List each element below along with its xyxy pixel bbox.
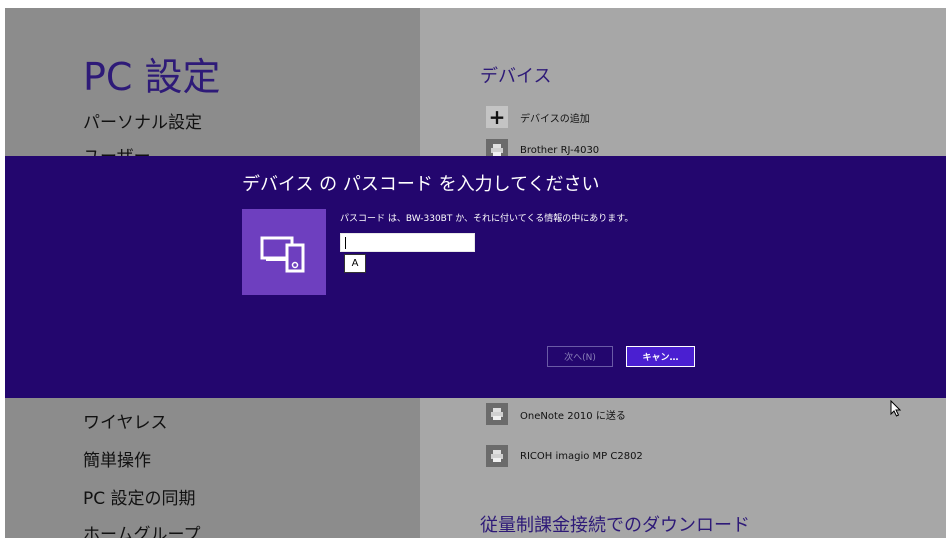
device-item[interactable]: OneNote 2010 に送る — [486, 400, 626, 428]
nav-item-ease-of-access[interactable]: 簡単操作 — [83, 446, 151, 471]
text-caret — [345, 237, 346, 249]
ime-mode-indicator: A — [344, 254, 366, 273]
section-title-devices: デバイス — [480, 66, 552, 87]
mouse-cursor-icon — [890, 400, 902, 417]
printer-icon — [486, 403, 508, 425]
section-title-metered: 従量制課金接続でのダウンロード — [480, 515, 750, 536]
passcode-input[interactable] — [340, 233, 475, 252]
printer-icon — [486, 445, 508, 467]
add-device-label: デバイスの追加 — [520, 113, 590, 125]
add-device-button[interactable]: + デバイスの追加 — [486, 103, 590, 131]
dialog-hint: パスコード は、BW-330BT か、それに付いてくる情報の中にあります。 — [340, 214, 634, 224]
device-name: RICOH imagio MP C2802 — [520, 450, 643, 462]
next-button[interactable]: 次へ(N) — [547, 346, 613, 367]
plus-icon: + — [486, 106, 508, 128]
device-name: Brother RJ-4030 — [520, 144, 600, 156]
device-name: OneNote 2010 に送る — [520, 410, 626, 422]
dialog-title: デバイス の パスコード を入力してください — [242, 174, 600, 195]
nav-item-wireless[interactable]: ワイヤレス — [83, 408, 168, 433]
nav-item-homegroup[interactable]: ホームグループ — [83, 520, 200, 538]
nav-item-sync-settings[interactable]: PC 設定の同期 — [83, 484, 196, 509]
nav-item-personalize[interactable]: パーソナル設定 — [83, 108, 202, 133]
device-tile — [242, 209, 326, 295]
device-item[interactable]: RICOH imagio MP C2802 — [486, 442, 643, 470]
cancel-button[interactable]: キャン… — [626, 346, 695, 367]
devices-icon — [260, 236, 305, 273]
passcode-dialog: デバイス の パスコード を入力してください パスコード は、BW-330BT … — [5, 156, 946, 398]
page-title: PC 設定 — [83, 55, 221, 99]
pc-settings-window: PC 設定 パーソナル設定 ユーザー ワイヤレス 簡単操作 PC 設定の同期 ホ… — [5, 8, 946, 538]
